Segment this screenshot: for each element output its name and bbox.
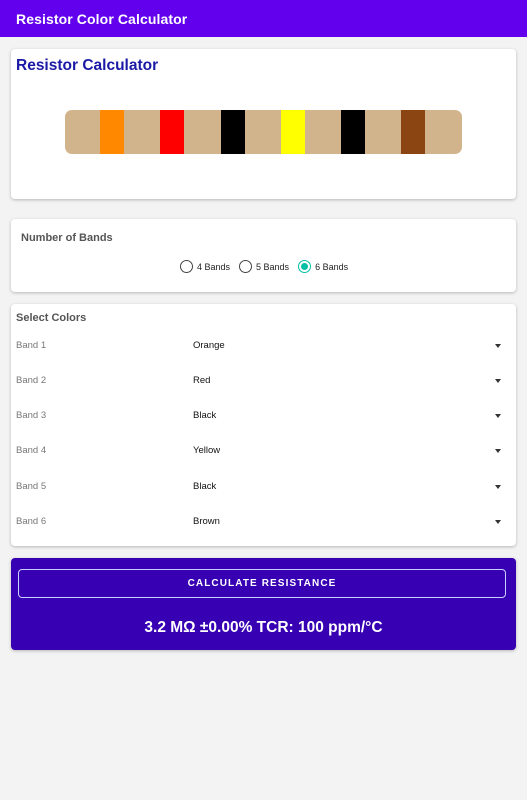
band-6-dropdown[interactable]: Brown	[188, 512, 511, 532]
dropdown-arrow-icon	[495, 379, 501, 383]
band-3-dropdown[interactable]: Black	[188, 406, 511, 426]
band-row-6: Band 6 Brown	[16, 512, 511, 532]
dropdown-arrow-icon	[495, 414, 501, 418]
radio-circle-5-bands[interactable]	[239, 260, 253, 273]
band-name-2: Band 2	[16, 375, 47, 386]
app-title: Resistor Color Calculator	[16, 10, 188, 27]
band-name-6: Band 6	[16, 516, 47, 527]
band-name-4: Band 4	[16, 445, 47, 456]
resistor-card-title: Resistor Calculator	[16, 57, 159, 74]
resistor-band-6	[401, 110, 425, 154]
select-colors-label: Select Colors	[16, 312, 87, 324]
band-row-4: Band 4 Yellow	[16, 441, 511, 461]
band-1-value: Orange	[193, 340, 225, 351]
band-1-dropdown[interactable]: Orange	[188, 336, 511, 356]
resistor-band-5	[341, 110, 365, 154]
resistor-card: Resistor Calculator	[11, 49, 516, 199]
band-count-radio-group: 4 Bands 5 Bands 6 Bands	[180, 260, 357, 273]
radio-label-5-bands: 5 Bands	[256, 261, 290, 272]
resistor-band-3	[221, 110, 245, 154]
band-row-1: Band 1 Orange	[16, 336, 511, 356]
radio-circle-6-bands[interactable]	[298, 260, 312, 273]
calculate-resistance-button[interactable]: CALCULATE RESISTANCE	[18, 569, 506, 598]
radio-4-bands[interactable]: 4 Bands	[180, 260, 230, 273]
radio-label-4-bands: 4 Bands	[197, 261, 231, 272]
band-count-label: Number of Bands	[21, 232, 113, 244]
dropdown-arrow-icon	[495, 449, 501, 453]
band-5-value: Black	[193, 481, 217, 492]
radio-5-bands[interactable]: 5 Bands	[239, 260, 289, 273]
band-row-3: Band 3 Black	[16, 406, 511, 426]
band-2-value: Red	[193, 375, 211, 386]
band-2-dropdown[interactable]: Red	[188, 371, 511, 391]
band-row-2: Band 2 Red	[16, 371, 511, 391]
band-3-value: Black	[193, 410, 217, 421]
dropdown-arrow-icon	[495, 344, 501, 348]
app-bar: Resistor Color Calculator	[0, 0, 527, 37]
resistor-band-4	[281, 110, 305, 154]
color-select-card: Select Colors Band 1 Orange Band 2 Red B…	[11, 304, 516, 546]
dropdown-arrow-icon	[495, 485, 501, 489]
band-name-3: Band 3	[16, 410, 47, 421]
result-card: CALCULATE RESISTANCE 3.2 MΩ ±0.00% TCR: …	[11, 558, 516, 650]
band-4-value: Yellow	[193, 445, 221, 456]
resistor-graphic	[65, 110, 462, 154]
radio-circle-4-bands[interactable]	[180, 260, 193, 273]
band-name-5: Band 5	[16, 481, 47, 492]
radio-6-bands[interactable]: 6 Bands	[298, 260, 348, 273]
resistor-band-1	[100, 110, 124, 154]
band-count-card: Number of Bands 4 Bands 5 Bands 6 Bands	[11, 219, 516, 292]
band-name-1: Band 1	[16, 340, 47, 351]
radio-label-6-bands: 6 Bands	[315, 261, 349, 272]
band-6-value: Brown	[193, 516, 220, 527]
resistance-result: 3.2 MΩ ±0.00% TCR: 100 ppm/°C	[144, 619, 383, 636]
resistor-band-2	[160, 110, 184, 154]
dropdown-arrow-icon	[495, 520, 501, 524]
band-4-dropdown[interactable]: Yellow	[188, 441, 511, 461]
band-5-dropdown[interactable]: Black	[188, 477, 511, 497]
band-row-5: Band 5 Black	[16, 477, 511, 497]
